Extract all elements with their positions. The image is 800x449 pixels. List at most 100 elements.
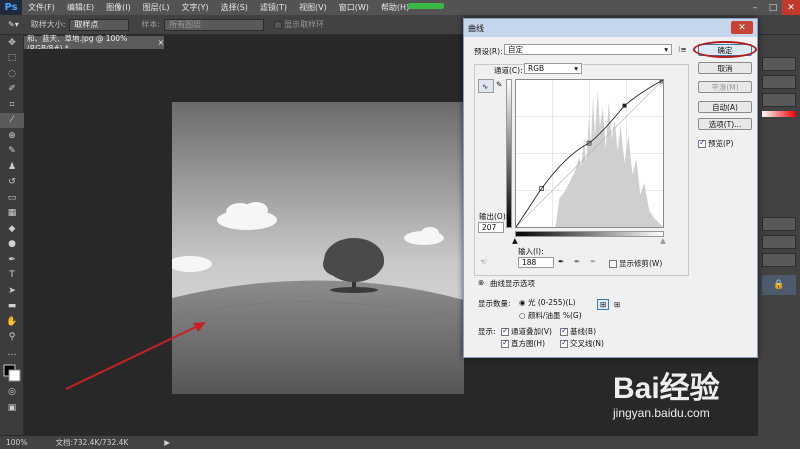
pigment-option[interactable]: ○ 颜料/油墨 %(G) <box>519 310 582 321</box>
quick-mask-icon[interactable]: ◎ <box>0 385 24 401</box>
input-label: 输入(I): <box>518 247 544 256</box>
pencil-tool-icon[interactable]: ✎ <box>496 80 502 89</box>
preview-checkbox[interactable] <box>698 138 706 148</box>
output-label: 输出(O): <box>479 212 509 221</box>
right-panel-strip: 🔒 <box>758 35 800 436</box>
output-gradient-bar <box>506 79 512 228</box>
quick-select-tool-icon[interactable]: ✐ <box>0 82 24 98</box>
eraser-tool-icon[interactable]: ▭ <box>0 190 24 206</box>
histogram-option[interactable]: 直方图(H) <box>501 338 545 349</box>
auto-button[interactable]: 自动(A) <box>698 101 752 113</box>
output-field[interactable]: 207 <box>478 222 504 233</box>
show-ring-checkbox[interactable] <box>274 20 283 29</box>
ok-highlight-ring <box>693 41 757 58</box>
menu-image[interactable]: 图像(I) <box>100 2 137 13</box>
show-amount-label: 显示数量: <box>478 299 511 308</box>
eyedropper-tool-icon[interactable]: ✎▾ <box>8 20 19 29</box>
white-point-slider-icon[interactable]: ▲ <box>660 236 666 245</box>
color-swatches-icon[interactable] <box>0 361 24 385</box>
crop-tool-icon[interactable]: ⌗ <box>0 97 24 113</box>
move-tool-icon[interactable]: ✥ <box>0 35 24 51</box>
blur-tool-icon[interactable]: ◆ <box>0 221 24 237</box>
type-tool-icon[interactable]: T <box>0 268 24 284</box>
sample-select[interactable]: 所有图层 <box>164 18 265 31</box>
baseline-option[interactable]: 基线(B) <box>560 326 596 337</box>
intersection-option[interactable]: 交叉线(N) <box>560 338 604 349</box>
zoom-tool-icon[interactable]: ⚲ <box>0 330 24 346</box>
toolbox: ✥ ⬚ ◌ ✐ ⌗ ⁄ ⊕ ✎ ♟ ↺ ▭ ▦ ◆ ● ✒ T ➤ ▬ ✋ ⚲ … <box>0 35 24 435</box>
healing-tool-icon[interactable]: ⊕ <box>0 128 24 144</box>
on-image-adjust-icon[interactable]: ☜ <box>480 257 487 266</box>
maximize-icon[interactable]: □ <box>764 0 782 15</box>
dialog-close-icon[interactable]: ✕ <box>731 21 753 34</box>
brush-tool-icon[interactable]: ✎ <box>0 144 24 160</box>
smooth-button[interactable]: 平滑(M) <box>698 81 752 93</box>
more-tools-icon[interactable]: … <box>0 345 24 361</box>
white-eyedropper-icon[interactable]: ✒ <box>590 257 596 266</box>
grid-detailed-icon[interactable]: ⊞ <box>614 300 620 309</box>
curve-edit-tool-icon[interactable]: ∿ <box>478 79 494 93</box>
sample-label: 样本: <box>141 20 161 29</box>
minimize-icon[interactable]: – <box>746 0 764 15</box>
show-clipping-option[interactable]: 显示修剪(W) <box>609 258 662 269</box>
stamp-tool-icon[interactable]: ♟ <box>0 159 24 175</box>
preset-label: 预设(R): <box>474 47 503 56</box>
lock-icon[interactable]: 🔒 <box>762 275 796 295</box>
shape-tool-icon[interactable]: ▬ <box>0 299 24 315</box>
preset-menu-icon[interactable]: ⁝≡ <box>678 45 687 54</box>
menu-select[interactable]: 选择(S) <box>215 2 254 13</box>
channel-overlays-option[interactable]: 通道叠加(V) <box>501 326 552 337</box>
close-icon[interactable]: ✕ <box>782 0 800 15</box>
options-section-label: 曲线显示选项 <box>490 279 535 288</box>
marquee-tool-icon[interactable]: ⬚ <box>0 51 24 67</box>
show-ring-label: 显示取样环 <box>284 20 325 29</box>
light-option[interactable]: ◉ 光 (0-255)(L) <box>519 297 576 308</box>
path-select-icon[interactable]: ➤ <box>0 283 24 299</box>
pen-tool-icon[interactable]: ✒ <box>0 252 24 268</box>
black-eyedropper-icon[interactable]: ✒ <box>558 257 564 266</box>
dodge-tool-icon[interactable]: ● <box>0 237 24 253</box>
menu-layer[interactable]: 图层(L) <box>137 2 176 13</box>
menu-window[interactable]: 窗口(W) <box>333 2 375 13</box>
gradient-tool-icon[interactable]: ▦ <box>0 206 24 222</box>
doc-info: 文档:732.4K/732.4K <box>55 438 129 447</box>
input-field[interactable]: 188 <box>518 257 554 268</box>
cancel-button[interactable]: 取消 <box>698 62 752 74</box>
menu-bar: Ps 文件(F) 编辑(E) 图像(I) 图层(L) 文字(Y) 选择(S) 滤… <box>0 0 800 15</box>
close-tab-icon[interactable]: × <box>158 38 164 47</box>
curve-graph[interactable] <box>515 79 664 228</box>
preset-select[interactable]: 自定 ▾ <box>504 44 672 55</box>
dialog-title: 曲线 <box>468 23 484 33</box>
window-controls: – □ ✕ <box>746 0 800 15</box>
photoshop-logo: Ps <box>0 0 22 15</box>
black-point-slider-icon[interactable]: ▲ <box>512 236 518 245</box>
show-clipping-checkbox[interactable] <box>609 260 617 268</box>
hand-tool-icon[interactable]: ✋ <box>0 314 24 330</box>
menu-filter[interactable]: 滤镜(T) <box>254 2 293 13</box>
gray-eyedropper-icon[interactable]: ✒ <box>574 257 580 266</box>
channel-select[interactable]: RGB ▾ <box>524 63 582 74</box>
preview-option[interactable]: 预览(P) <box>698 138 733 149</box>
dialog-title-bar: 曲线 ✕ <box>464 19 757 37</box>
menu-view[interactable]: 视图(V) <box>293 2 333 13</box>
sample-size-select[interactable]: 取样点 <box>69 18 130 31</box>
progress-indicator <box>408 3 444 9</box>
lasso-tool-icon[interactable]: ◌ <box>0 66 24 82</box>
eyedropper-icon[interactable]: ⁄ <box>0 112 24 128</box>
options-button[interactable]: 选项(T)... <box>698 118 752 130</box>
menu-edit[interactable]: 编辑(E) <box>61 2 100 13</box>
watermark-url: jingyan.baidu.com <box>613 406 710 420</box>
history-brush-icon[interactable]: ↺ <box>0 175 24 191</box>
menu-type[interactable]: 文字(Y) <box>175 2 214 13</box>
menu-file[interactable]: 文件(F) <box>22 2 61 13</box>
grid-simple-icon[interactable]: ⊞ <box>597 299 610 310</box>
status-bar: 100% 文档:732.4K/732.4K ▶ <box>0 436 800 449</box>
canvas-image[interactable] <box>172 102 464 394</box>
curves-dialog: 曲线 ✕ 预设(R): 自定 ▾ ⁝≡ 通道(C): RGB ▾ ∿ ✎ ▲ ▲ 输… <box>463 18 758 358</box>
expand-options-icon[interactable]: ⊗ <box>478 278 484 287</box>
screen-mode-icon[interactable]: ▣ <box>0 400 24 416</box>
zoom-level[interactable]: 100% <box>6 438 27 447</box>
document-tab[interactable]: 和、蓝天、草地.jpg @ 100%(RGB/8#) * × <box>24 34 164 53</box>
color-ramp <box>762 111 796 117</box>
status-menu-arrow-icon[interactable]: ▶ <box>164 438 170 447</box>
